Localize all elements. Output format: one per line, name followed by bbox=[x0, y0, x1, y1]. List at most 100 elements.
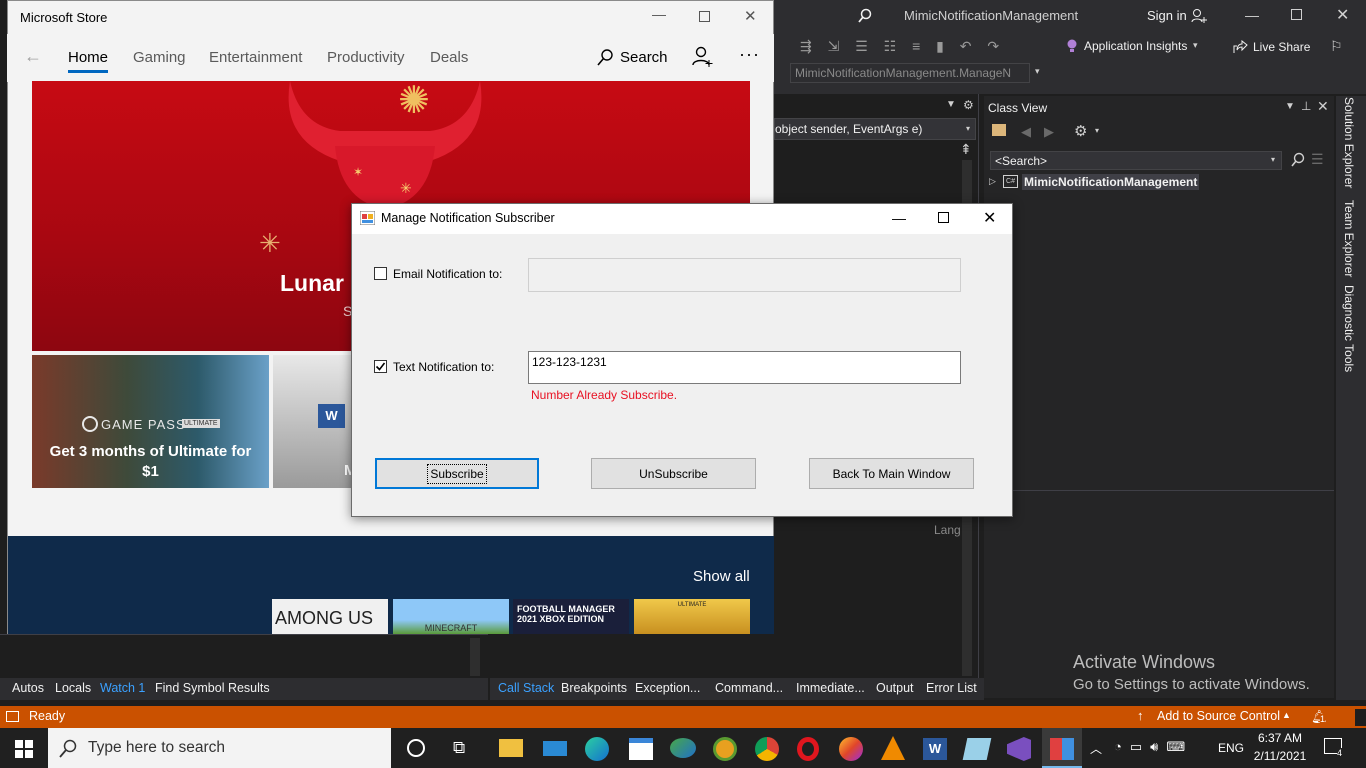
back-icon[interactable]: ◀ bbox=[1021, 124, 1031, 140]
opera-icon[interactable] bbox=[797, 737, 819, 761]
live-share-button[interactable]: Live Share bbox=[1253, 40, 1310, 54]
add-to-source-control-button[interactable]: Add to Source Control bbox=[1157, 709, 1280, 723]
tab-immediate-window[interactable]: Immediate... bbox=[796, 681, 865, 695]
among-us-tile[interactable]: AMONG US bbox=[272, 599, 388, 634]
firefox-icon[interactable] bbox=[839, 737, 863, 761]
windows-start-icon[interactable] bbox=[15, 740, 33, 758]
phone-number-field[interactable]: 123-123-1231 bbox=[528, 351, 961, 384]
unsubscribe-button[interactable]: UnSubscribe bbox=[591, 458, 756, 489]
nav-entertainment[interactable]: Entertainment bbox=[209, 49, 302, 66]
tab-find-symbol-results[interactable]: Find Symbol Results bbox=[155, 681, 270, 695]
store-close-button[interactable]: ✕ bbox=[744, 7, 757, 25]
search-icon[interactable] bbox=[596, 49, 614, 67]
language-indicator[interactable]: ENG bbox=[1218, 741, 1244, 755]
chevron-down-icon[interactable]: ▾ bbox=[1035, 66, 1040, 77]
sparkle-icon: ✳ bbox=[259, 228, 281, 258]
chrome-icon[interactable] bbox=[755, 737, 779, 761]
application-insights-button[interactable]: Application Insights bbox=[1084, 39, 1187, 53]
cortana-icon[interactable] bbox=[407, 739, 425, 757]
sign-in-link[interactable]: Sign in bbox=[1147, 8, 1187, 23]
project-tree-node[interactable]: MimicNotificationManagement bbox=[1022, 174, 1200, 190]
vs-minimize-button[interactable]: — bbox=[1245, 7, 1259, 23]
nav-home[interactable]: Home bbox=[68, 49, 108, 66]
class-view-search-input[interactable]: <Search> bbox=[990, 151, 1282, 170]
dialog-minimize-button[interactable]: — bbox=[892, 210, 906, 226]
back-arrow-icon[interactable]: ← bbox=[24, 46, 42, 67]
forza-tile[interactable]: ULTIMATE bbox=[634, 599, 750, 634]
tab-watch-1[interactable]: Watch 1 bbox=[100, 681, 145, 695]
forward-icon[interactable]: ▶ bbox=[1044, 124, 1054, 140]
dialog-close-button[interactable]: ✕ bbox=[983, 208, 996, 228]
diagnostic-tools-tab[interactable]: Diagnostic Tools bbox=[1342, 285, 1356, 372]
pin-icon[interactable]: ⊥ bbox=[1301, 99, 1311, 113]
expand-arrow-icon[interactable]: ▷ bbox=[989, 176, 996, 187]
chevron-down-icon[interactable]: ▾ bbox=[1095, 126, 1099, 135]
nav-deals[interactable]: Deals bbox=[430, 49, 468, 66]
chevron-down-icon[interactable]: ▾ bbox=[1193, 40, 1198, 51]
tab-output[interactable]: Output bbox=[876, 681, 914, 695]
file-explorer-icon[interactable] bbox=[499, 739, 523, 757]
edge-icon[interactable] bbox=[585, 737, 609, 761]
app-icon[interactable] bbox=[713, 737, 737, 761]
text-notification-checkbox[interactable] bbox=[374, 360, 387, 373]
subscribe-button[interactable]: Subscribe bbox=[375, 458, 539, 489]
tab-command-window[interactable]: Command... bbox=[715, 681, 783, 695]
vs-maximize-button[interactable] bbox=[1291, 9, 1302, 20]
text-notification-label: Text Notification to: bbox=[393, 360, 495, 374]
close-icon[interactable]: ✕ bbox=[1317, 98, 1329, 115]
tab-call-stack[interactable]: Call Stack bbox=[498, 681, 554, 695]
minecraft-tile[interactable]: MINECRAFT bbox=[393, 599, 509, 634]
back-to-main-window-button[interactable]: Back To Main Window bbox=[809, 458, 974, 489]
solution-explorer-tab[interactable]: Solution Explorer bbox=[1342, 97, 1356, 188]
tab-exception-settings[interactable]: Exception... bbox=[635, 681, 700, 695]
search-icon[interactable] bbox=[857, 8, 873, 24]
nav-gaming[interactable]: Gaming bbox=[133, 49, 186, 66]
store-icon[interactable] bbox=[629, 738, 653, 760]
dialog-maximize-button[interactable] bbox=[938, 212, 949, 223]
app-icon[interactable] bbox=[962, 738, 992, 760]
store-search-button[interactable]: Search bbox=[620, 49, 668, 66]
email-notification-checkbox[interactable] bbox=[374, 267, 387, 280]
toolbar-icons[interactable]: ⇶ ⇲ ☰ ☷ ≡ ▮ ↶ ↷ bbox=[800, 38, 1005, 55]
show-all-link[interactable]: Show all bbox=[693, 568, 750, 585]
method-combobox[interactable]: object sender, EventArgs e) bbox=[774, 118, 976, 140]
output-scrollbar[interactable] bbox=[962, 520, 972, 676]
football-manager-tile[interactable]: FOOTBALL MANAGER 2021 XBOX EDITION bbox=[513, 599, 629, 634]
settings-list-icon[interactable]: ☰ bbox=[1311, 151, 1324, 168]
chevron-down-icon[interactable]: ▾ bbox=[1271, 155, 1275, 164]
split-icon[interactable]: ⇞ bbox=[960, 141, 972, 158]
team-explorer-tab[interactable]: Team Explorer bbox=[1342, 200, 1356, 277]
more-options-icon[interactable]: ··· bbox=[739, 44, 760, 65]
mail-icon[interactable] bbox=[543, 741, 567, 756]
chevron-down-icon[interactable]: ▾ bbox=[966, 124, 970, 133]
tab-autos[interactable]: Autos bbox=[12, 681, 44, 695]
settings-gear-icon[interactable]: ⚙ bbox=[1074, 122, 1087, 140]
folder-icon[interactable] bbox=[992, 124, 1006, 136]
checkmark-icon bbox=[375, 362, 386, 371]
user-add-icon[interactable] bbox=[1191, 8, 1207, 24]
account-icon[interactable] bbox=[692, 46, 714, 68]
store-minimize-button[interactable]: — bbox=[652, 6, 666, 22]
nav-productivity[interactable]: Productivity bbox=[327, 49, 405, 66]
feedback-icon[interactable]: ⚐ bbox=[1330, 38, 1343, 55]
store-maximize-button[interactable] bbox=[699, 11, 710, 22]
tab-locals[interactable]: Locals bbox=[55, 681, 91, 695]
gear-icon[interactable]: ⚙ bbox=[963, 98, 974, 112]
watch-scrollbar[interactable] bbox=[470, 638, 480, 676]
chevron-up-icon[interactable]: ︿ bbox=[1090, 740, 1102, 757]
tab-error-list[interactable]: Error List bbox=[926, 681, 977, 695]
word-icon[interactable]: W bbox=[923, 738, 947, 760]
pin-dropdown-icon[interactable]: ▼ bbox=[946, 99, 956, 110]
dropdown-icon[interactable]: ▼ bbox=[1285, 101, 1295, 112]
vlc-icon[interactable] bbox=[881, 736, 905, 760]
app-icon[interactable] bbox=[670, 738, 696, 758]
tab-breakpoints[interactable]: Breakpoints bbox=[561, 681, 627, 695]
clock-date[interactable]: 2/11/2021 bbox=[1250, 749, 1310, 763]
search-icon[interactable] bbox=[1290, 152, 1305, 167]
class-combobox[interactable]: MimicNotificationManagement.ManageN bbox=[790, 63, 1030, 83]
task-view-icon[interactable]: ⧉ bbox=[453, 738, 465, 758]
tray-icons[interactable]: ◔▭🔊︎⌨ bbox=[1114, 739, 1193, 755]
clock-time[interactable]: 6:37 AM bbox=[1254, 731, 1306, 745]
email-field[interactable] bbox=[528, 258, 961, 292]
vs-close-button[interactable]: ✕ bbox=[1336, 5, 1349, 25]
